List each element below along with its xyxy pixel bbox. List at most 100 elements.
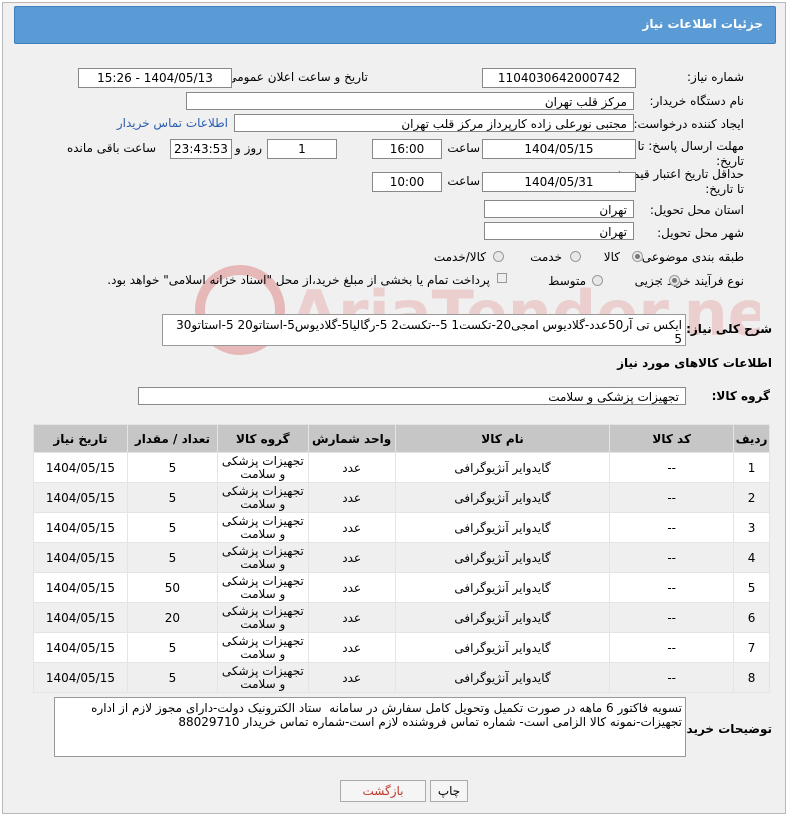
buyer-org-field: مرکز قلب تهران bbox=[186, 92, 634, 110]
table-cell: تجهیزات پزشکی و سلامت bbox=[217, 452, 309, 483]
creator-label: ایجاد کننده درخواست: bbox=[633, 117, 744, 131]
table-cell: 50 bbox=[126, 572, 219, 603]
table-cell: عدد bbox=[307, 662, 396, 693]
table-cell: تجهیزات پزشکی و سلامت bbox=[217, 632, 309, 663]
table-cell: عدد bbox=[307, 482, 396, 513]
col-header-need-date: تاریخ نیاز bbox=[33, 424, 128, 453]
table-cell: -- bbox=[609, 572, 735, 603]
table-cell: 1 bbox=[733, 452, 770, 483]
table-cell: -- bbox=[609, 512, 735, 543]
table-cell: -- bbox=[609, 632, 735, 663]
table-cell: تجهیزات پزشکی و سلامت bbox=[217, 602, 309, 633]
table-cell: تجهیزات پزشکی و سلامت bbox=[217, 662, 309, 693]
table-row: 1404/05/15 50 تجهیزات پزشکی و سلامت عدد گاید… bbox=[33, 572, 770, 603]
table-cell: گایدوایر آنژیوگرافی bbox=[394, 632, 611, 663]
table-row: 1404/05/15 5 تجهیزات پزشکی و سلامت عدد گایدو… bbox=[33, 662, 770, 693]
validity-time-field: 10:00 bbox=[372, 172, 442, 192]
category-radio-goods-service[interactable] bbox=[493, 251, 504, 262]
table-cell: -- bbox=[609, 542, 735, 573]
table-cell: عدد bbox=[307, 542, 396, 573]
col-header-goods-group: گروه کالا bbox=[217, 424, 309, 453]
category-label: طبقه بندی موضوعی: bbox=[637, 250, 744, 264]
province-label: استان محل تحویل: bbox=[649, 203, 744, 217]
table-cell: 2 bbox=[733, 482, 770, 513]
deadline-time-field: 16:00 bbox=[372, 139, 442, 159]
table-cell: 1404/05/15 bbox=[33, 572, 128, 603]
table-cell: 5 bbox=[733, 572, 770, 603]
table-cell: 1404/05/15 bbox=[33, 512, 128, 543]
category-radio-service[interactable] bbox=[570, 251, 581, 262]
creator-field: مجتبی نورعلی زاده کارپرداز مرکز قلب تهرا… bbox=[234, 114, 634, 132]
col-header-row: ردیف bbox=[733, 424, 770, 453]
page-header: جزئیات اطلاعات نیاز bbox=[14, 6, 776, 44]
table-cell: گایدوایر آنژیوگرافی bbox=[394, 482, 611, 513]
buyer-org-label: نام دستگاه خریدار: bbox=[649, 94, 745, 108]
contact-info-link[interactable]: اطلاعات تماس خریدار bbox=[117, 116, 228, 130]
table-cell: 20 bbox=[126, 602, 219, 633]
category-option-goods: کالا bbox=[603, 250, 620, 264]
table-cell: 1404/05/15 bbox=[33, 542, 128, 573]
goods-table-body: 1404/05/15 5 تجهیزات پزشکی و سلامت عدد گایدو… bbox=[33, 452, 770, 693]
table-cell: 1404/05/15 bbox=[33, 602, 128, 633]
table-cell: عدد bbox=[307, 452, 396, 483]
need-number-label: شماره نیاز: bbox=[687, 70, 744, 84]
process-option-minor: جزیی bbox=[634, 274, 662, 288]
table-cell: عدد bbox=[307, 602, 396, 633]
table-cell: 1404/05/15 bbox=[33, 452, 128, 483]
table-cell: 1404/05/15 bbox=[33, 632, 128, 663]
city-label: شهر محل تحویل: bbox=[657, 226, 744, 240]
table-row: 1404/05/15 5 تجهیزات پزشکی و سلامت عدد گایدو… bbox=[33, 452, 770, 483]
table-row: 1404/05/15 5 تجهیزات پزشکی و سلامت عدد گایدو… bbox=[33, 512, 770, 543]
validity-time-label: ساعت bbox=[447, 174, 480, 188]
table-cell: 5 bbox=[126, 662, 219, 693]
table-row: 1404/05/15 5 تجهیزات پزشکی و سلامت عدد گایدو… bbox=[33, 482, 770, 513]
table-cell: عدد bbox=[307, 512, 396, 543]
table-cell: عدد bbox=[307, 632, 396, 663]
table-cell: -- bbox=[609, 482, 735, 513]
summary-label: شرح کلی نیاز: bbox=[686, 322, 772, 336]
goods-group-field: تجهیزات پزشکی و سلامت bbox=[138, 387, 686, 405]
table-cell: گایدوایر آنژیوگرافی bbox=[394, 572, 611, 603]
table-cell: گایدوایر آنژیوگرافی bbox=[394, 452, 611, 483]
province-field: تهران bbox=[484, 200, 634, 218]
col-header-quantity: تعداد / مقدار bbox=[126, 424, 219, 453]
table-cell: تجهیزات پزشکی و سلامت bbox=[217, 482, 309, 513]
table-cell: گایدوایر آنژیوگرافی bbox=[394, 602, 611, 633]
col-header-unit: واحد شمارش bbox=[307, 424, 396, 453]
page-title: جزئیات اطلاعات نیاز bbox=[642, 17, 763, 31]
deadline-time-label: ساعت bbox=[447, 141, 480, 155]
col-header-goods-code: کد کالا bbox=[609, 424, 735, 453]
table-cell: -- bbox=[609, 452, 735, 483]
days-field: 1 bbox=[267, 139, 337, 159]
buyer-notes-textarea[interactable]: تسویه فاکتور 6 ماهه در صورت تکمیل وتحویل… bbox=[54, 697, 686, 757]
table-cell: گایدوایر آنژیوگرافی bbox=[394, 542, 611, 573]
back-button[interactable]: بازگشت bbox=[340, 780, 426, 802]
table-cell: 7 bbox=[733, 632, 770, 663]
table-cell: 4 bbox=[733, 542, 770, 573]
table-cell: تجهیزات پزشکی و سلامت bbox=[217, 512, 309, 543]
table-cell: گایدوایر آنژیوگرافی bbox=[394, 662, 611, 693]
goods-table-header-row: تاریخ نیاز تعداد / مقدار گروه کالا واحد … bbox=[33, 424, 770, 453]
table-cell: -- bbox=[609, 662, 735, 693]
remaining-time-label: ساعت باقی مانده bbox=[66, 141, 156, 155]
category-radio-goods[interactable] bbox=[632, 251, 643, 262]
table-cell: عدد bbox=[307, 572, 396, 603]
announce-field: 1404/05/13 - 15:26 bbox=[78, 68, 232, 88]
process-radio-minor[interactable] bbox=[669, 275, 680, 286]
remaining-time-field: 23:43:53 bbox=[170, 139, 232, 159]
announce-label: تاریخ و ساعت اعلان عمومی: bbox=[223, 70, 368, 84]
table-cell: گایدوایر آنژیوگرافی bbox=[394, 512, 611, 543]
table-cell: 5 bbox=[126, 632, 219, 663]
col-header-goods-name: نام کالا bbox=[394, 424, 611, 453]
table-cell: 6 bbox=[733, 602, 770, 633]
process-option-medium: متوسط bbox=[548, 274, 586, 288]
city-field: تهران bbox=[484, 222, 634, 240]
treasury-payment-checkbox[interactable] bbox=[497, 273, 507, 283]
print-button[interactable]: چاپ bbox=[430, 780, 468, 802]
need-number-field: 1104030642000742 bbox=[482, 68, 636, 88]
goods-table: تاریخ نیاز تعداد / مقدار گروه کالا واحد … bbox=[33, 424, 770, 693]
process-radio-medium[interactable] bbox=[592, 275, 603, 286]
table-cell: 5 bbox=[126, 482, 219, 513]
summary-textarea[interactable]: ایکس تی آر50عدد-گلادیوس امجی20-تکست1 5--… bbox=[162, 314, 686, 346]
table-cell: 3 bbox=[733, 512, 770, 543]
